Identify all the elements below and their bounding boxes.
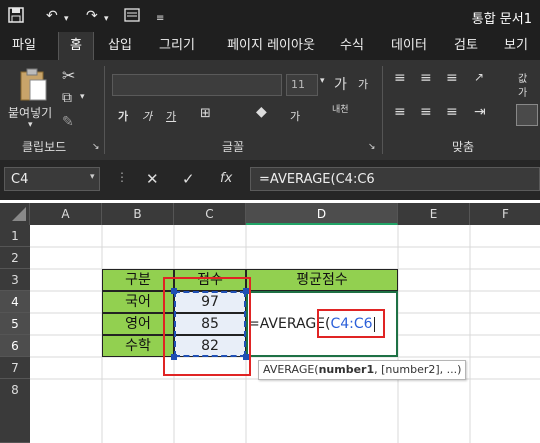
clipboard-launcher-icon[interactable]: ↘ bbox=[92, 142, 100, 152]
tab-formulas[interactable]: 수식 bbox=[330, 32, 374, 60]
phonetic-icon[interactable]: 내천 bbox=[332, 106, 349, 115]
group-separator bbox=[382, 66, 383, 154]
row-header-8[interactable]: 8 bbox=[0, 379, 30, 443]
name-box-value: C4 bbox=[11, 172, 29, 187]
ribbon: 붙여넣기 ▾ ✂ ⧉ ▾ ✎ 클립보드 ↘ 11 ▾ 가 가 가 가 가 ⊞ ◆… bbox=[0, 60, 540, 160]
font-size-value: 11 bbox=[291, 78, 305, 91]
undo-dropdown-icon[interactable]: ▾ bbox=[64, 10, 69, 28]
highlight-box-formula-range bbox=[317, 309, 385, 338]
form-icon[interactable] bbox=[124, 7, 140, 28]
align-right-icon[interactable]: ≡ bbox=[446, 104, 458, 120]
ribbon-tabs: 파일 홈 삽입 그리기 페이지 레이아웃 수식 데이터 검토 보기 bbox=[0, 32, 540, 60]
row-header-1[interactable]: 1 bbox=[0, 225, 30, 247]
copy-dropdown-icon[interactable]: ▾ bbox=[80, 92, 85, 102]
row-header-7[interactable]: 7 bbox=[0, 357, 30, 379]
undo-icon[interactable]: ↶ bbox=[46, 7, 58, 25]
function-tooltip[interactable]: AVERAGE(number1, [number2], ...) bbox=[258, 360, 467, 380]
merge-center-button[interactable] bbox=[516, 104, 538, 126]
clipboard-group-label: 클립보드 bbox=[22, 140, 67, 154]
wrap-text-icon[interactable]: 값 bbox=[518, 70, 527, 85]
cancel-button[interactable]: ✕ bbox=[146, 170, 159, 188]
title-bar: ↶ ▾ ↷ ▾ ≡ 통합 문서1 bbox=[0, 0, 540, 32]
column-header-f[interactable]: F bbox=[470, 203, 540, 225]
shrink-font-icon[interactable]: 가 bbox=[358, 76, 368, 92]
header-cell-average[interactable]: 평균점수 bbox=[246, 269, 398, 291]
tooltip-function-name[interactable]: AVERAGE( bbox=[263, 363, 319, 376]
align-left-icon[interactable]: ≡ bbox=[394, 104, 406, 120]
tab-review[interactable]: 검토 bbox=[444, 32, 488, 60]
font-size-dropdown-icon[interactable]: ▾ bbox=[320, 76, 325, 86]
formula-input[interactable]: =AVERAGE(C4:C6 bbox=[250, 167, 540, 191]
paste-icon[interactable] bbox=[18, 68, 48, 105]
row-header-5[interactable]: 5 bbox=[0, 313, 30, 335]
underline-button[interactable]: 가 bbox=[166, 108, 176, 124]
cut-icon[interactable]: ✂ bbox=[62, 66, 75, 85]
row-header-2[interactable]: 2 bbox=[0, 247, 30, 269]
paste-dropdown-icon[interactable]: ▾ bbox=[28, 120, 33, 130]
formula-text: =AVERAGE(C4:C6 bbox=[259, 172, 375, 187]
tab-page-layout[interactable]: 페이지 레이아웃 bbox=[212, 32, 330, 60]
align-top-icon[interactable]: ≡ bbox=[394, 70, 406, 86]
align-bottom-icon[interactable]: ≡ bbox=[446, 70, 458, 86]
tab-draw[interactable]: 그리기 bbox=[150, 32, 204, 60]
tab-data[interactable]: 데이터 bbox=[382, 32, 436, 60]
document-title: 통합 문서1 bbox=[471, 12, 532, 27]
column-header-c[interactable]: C bbox=[174, 203, 246, 225]
wrap-text-icon-2[interactable]: 가 bbox=[518, 84, 527, 99]
row-header-4[interactable]: 4 bbox=[0, 291, 30, 313]
borders-icon[interactable]: ⊞ bbox=[200, 106, 211, 121]
enter-button[interactable]: ✓ bbox=[182, 170, 195, 188]
tab-file[interactable]: 파일 bbox=[4, 32, 44, 60]
paste-label[interactable]: 붙여넣기 bbox=[8, 104, 52, 121]
insert-function-button[interactable]: fx bbox=[220, 171, 232, 186]
customize-quick-access-icon[interactable]: ≡ bbox=[156, 10, 164, 28]
tab-home[interactable]: 홈 bbox=[58, 32, 94, 60]
grow-font-icon[interactable]: 가 bbox=[334, 74, 347, 94]
row-header-6[interactable]: 6 bbox=[0, 335, 30, 357]
font-name-combo[interactable] bbox=[112, 74, 282, 96]
copy-icon[interactable]: ⧉ bbox=[62, 90, 72, 106]
format-painter-icon[interactable]: ✎ bbox=[62, 114, 74, 130]
font-color-icon[interactable]: 가 bbox=[290, 108, 300, 124]
italic-button[interactable]: 가 bbox=[142, 108, 152, 124]
group-separator bbox=[104, 66, 105, 154]
tab-insert[interactable]: 삽입 bbox=[100, 32, 140, 60]
column-header-d[interactable]: D bbox=[246, 203, 398, 225]
alignment-group-label: 맞춤 bbox=[452, 140, 475, 154]
tab-view[interactable]: 보기 bbox=[496, 32, 536, 60]
orientation-icon[interactable]: ↗ bbox=[474, 70, 484, 84]
highlight-box-score-range bbox=[163, 277, 251, 376]
font-group-label: 글꼴 bbox=[222, 140, 245, 154]
redo-dropdown-icon[interactable]: ▾ bbox=[104, 10, 109, 28]
font-size-combo[interactable]: 11 bbox=[286, 74, 318, 96]
save-icon[interactable] bbox=[8, 7, 24, 28]
select-all-corner[interactable] bbox=[0, 203, 30, 225]
tooltip-current-arg: number1 bbox=[318, 363, 375, 376]
align-center-icon[interactable]: ≡ bbox=[420, 104, 432, 120]
column-header-b[interactable]: B bbox=[102, 203, 174, 225]
name-box-dropdown-icon[interactable]: ▾ bbox=[90, 172, 95, 182]
align-middle-icon[interactable]: ≡ bbox=[420, 70, 432, 86]
column-header-a[interactable]: A bbox=[30, 203, 102, 225]
redo-icon[interactable]: ↷ bbox=[86, 7, 98, 25]
name-box[interactable]: C4 bbox=[4, 167, 100, 191]
bold-button[interactable]: 가 bbox=[118, 108, 128, 124]
tooltip-remaining-args: , [number2], ...) bbox=[374, 363, 462, 376]
row-header-3[interactable]: 3 bbox=[0, 269, 30, 291]
formula-bar-grip-icon: ⋮ bbox=[116, 170, 128, 184]
indent-icon[interactable]: ⇥ bbox=[474, 104, 486, 120]
column-header-e[interactable]: E bbox=[398, 203, 470, 225]
fill-color-icon[interactable]: ◆ bbox=[256, 104, 267, 120]
font-launcher-icon[interactable]: ↘ bbox=[368, 142, 376, 152]
